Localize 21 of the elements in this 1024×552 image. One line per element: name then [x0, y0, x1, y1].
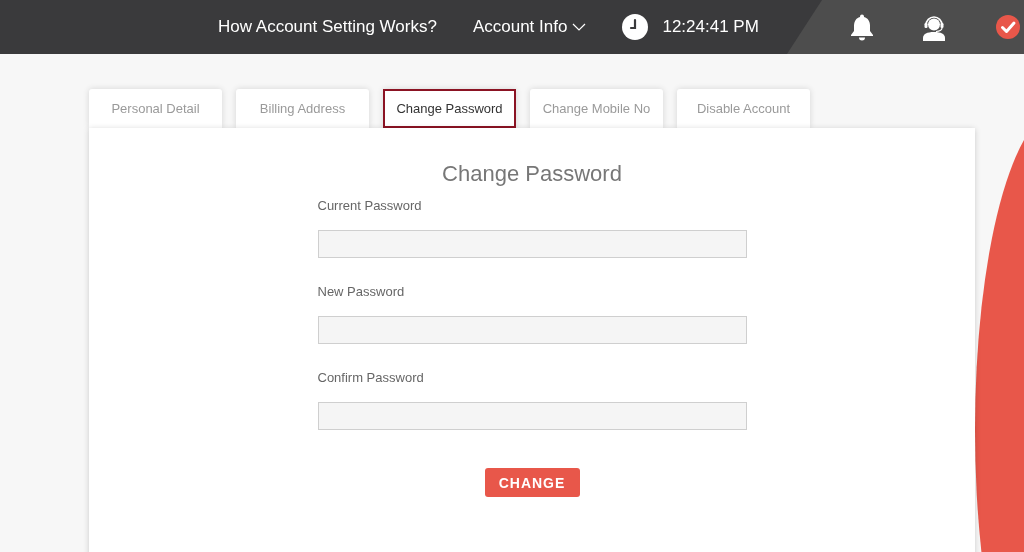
clock-time: 12:24:41 PM — [662, 17, 759, 37]
field-label: New Password — [317, 284, 405, 299]
password-field[interactable] — [317, 402, 747, 430]
password-field[interactable] — [317, 316, 747, 344]
field-label: Confirm Password — [317, 370, 424, 385]
chevron-down-icon — [572, 23, 587, 31]
account-info-dropdown[interactable]: Account Info — [472, 17, 587, 37]
form-title: Change Password — [442, 161, 622, 187]
tab[interactable]: Change Password — [383, 89, 516, 128]
field-label: Current Password — [317, 198, 422, 213]
password-field[interactable] — [317, 230, 747, 258]
tab[interactable]: Change Mobile No — [530, 89, 663, 128]
tab[interactable]: Personal Detail — [89, 89, 222, 128]
tab[interactable]: Billing Address — [236, 89, 369, 128]
bell-icon[interactable] — [850, 13, 874, 41]
tab[interactable]: Disable Account — [677, 89, 810, 128]
check-circle-icon[interactable] — [996, 15, 1020, 39]
clock-icon — [622, 14, 649, 40]
change-button[interactable]: CHANGE — [484, 468, 580, 497]
headset-user-icon[interactable] — [920, 13, 948, 41]
help-link[interactable]: How Account Setting Works? — [218, 17, 437, 37]
